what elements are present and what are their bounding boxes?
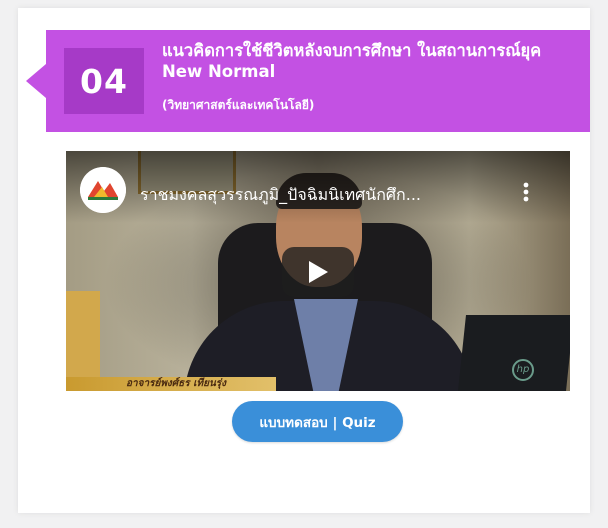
quiz-button[interactable]: แบบทดสอบ | Quiz: [232, 401, 403, 442]
channel-avatar[interactable]: [80, 167, 126, 213]
topic-title: แนวคิดการใช้ชีวิตหลังจบการศึกษา ในสถานกา…: [162, 41, 542, 81]
topic-number: 04: [64, 48, 144, 114]
topic-banner: 04 แนวคิดการใช้ชีวิตหลังจบการศึกษา ในสถา…: [46, 30, 590, 132]
banner-notch: [26, 64, 46, 98]
youtube-video-player[interactable]: hp อาจารย์พงศ์ธร เทียนรุ่ง ราชมงคลสุวรรณ…: [66, 151, 570, 391]
dots-icon: [523, 182, 529, 202]
laptop-logo-icon: hp: [512, 359, 534, 381]
topic-subtitle: (วิทยาศาสตร์และเทคโนโลยี): [162, 98, 315, 112]
more-vert-icon[interactable]: [516, 181, 536, 205]
play-icon: [309, 261, 328, 283]
speaker-name-plate: อาจารย์พงศ์ธร เทียนรุ่ง: [66, 377, 276, 391]
video-title[interactable]: ราชมงคลสุวรรณภูมิ_ปัจฉิมนิเทศนักศึก...: [140, 183, 421, 208]
thumbnail-left-object: [66, 291, 100, 391]
play-button[interactable]: [282, 247, 354, 297]
thumbnail-laptop: [458, 315, 570, 391]
channel-logo-icon: [80, 167, 126, 213]
